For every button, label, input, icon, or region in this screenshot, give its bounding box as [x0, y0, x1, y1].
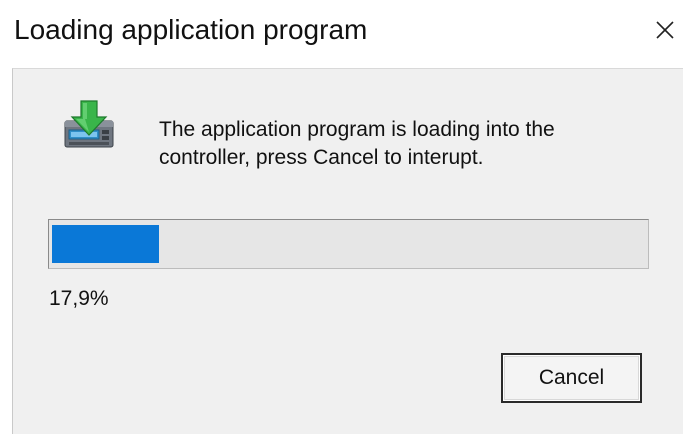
cancel-button[interactable]: Cancel: [501, 353, 642, 403]
close-icon: [656, 21, 674, 39]
title-bar: Loading application program: [0, 0, 689, 68]
close-button[interactable]: [641, 0, 689, 60]
status-message: The application program is loading into …: [159, 118, 555, 169]
download-to-controller-icon: [64, 100, 114, 148]
dialog-body: The application program is loading into …: [12, 68, 683, 434]
progress-percent: 17,9%: [49, 287, 109, 310]
window-title: Loading application program: [14, 14, 368, 45]
progress-bar: [48, 219, 649, 269]
progress-fill: [52, 225, 159, 263]
